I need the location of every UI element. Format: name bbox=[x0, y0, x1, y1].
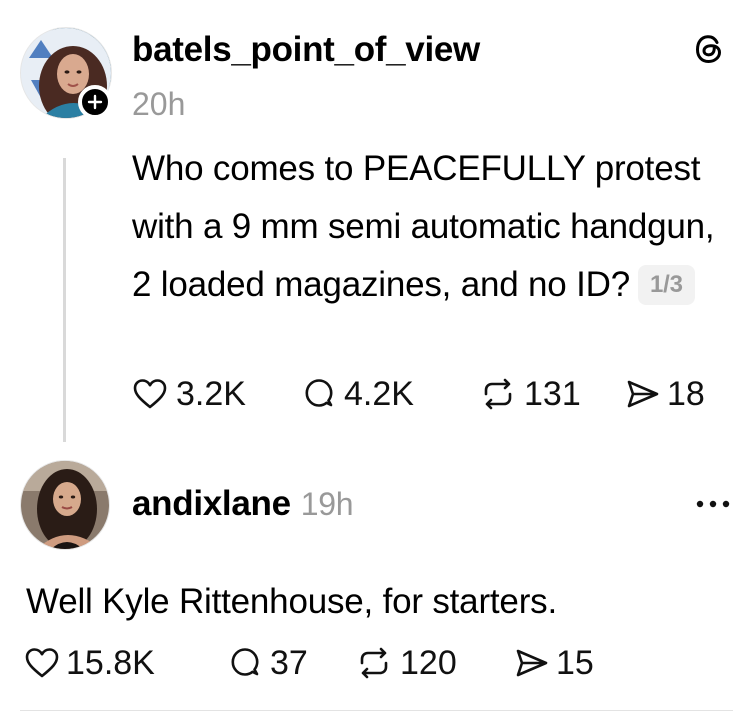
post-text: Who comes to PEACEFULLY protest with a 9… bbox=[132, 149, 715, 304]
divider bbox=[20, 710, 733, 711]
like-button[interactable]: 3.2K bbox=[132, 374, 302, 414]
repost-count: 120 bbox=[400, 644, 457, 682]
post-actions: 3.2K 4.2K 131 18 bbox=[132, 374, 705, 414]
send-icon bbox=[516, 649, 548, 677]
follow-plus-button[interactable] bbox=[78, 85, 112, 119]
reply-username[interactable]: andixlane bbox=[132, 484, 291, 523]
like-count: 15.8K bbox=[66, 644, 155, 682]
post-timestamp: 20h bbox=[132, 86, 186, 122]
comment-bubble-icon bbox=[305, 379, 333, 407]
reply-button[interactable]: 37 bbox=[228, 643, 356, 683]
share-button[interactable]: 18 bbox=[625, 374, 705, 414]
reply-avatar[interactable] bbox=[20, 460, 110, 550]
like-button[interactable]: 15.8K bbox=[24, 643, 228, 683]
reply-button[interactable]: 4.2K bbox=[302, 374, 480, 414]
post-username[interactable]: batels_point_of_view bbox=[132, 30, 480, 70]
like-count: 3.2K bbox=[176, 375, 246, 413]
reply-text: Well Kyle Rittenhouse, for starters. bbox=[26, 582, 557, 621]
reply-count: 37 bbox=[270, 644, 308, 682]
repost-button[interactable]: 120 bbox=[356, 643, 514, 683]
post-body: Who comes to PEACEFULLY protest with a 9… bbox=[132, 140, 722, 314]
repost-icon bbox=[484, 378, 512, 410]
repost-button[interactable]: 131 bbox=[480, 374, 625, 414]
reply-count: 4.2K bbox=[344, 375, 414, 413]
heart-icon bbox=[133, 379, 167, 409]
repost-icon bbox=[360, 647, 388, 679]
reply-header: andixlane 19h bbox=[132, 484, 354, 524]
repost-count: 131 bbox=[524, 375, 581, 413]
share-count: 18 bbox=[667, 375, 705, 413]
more-options-icon[interactable] bbox=[694, 498, 732, 510]
avatar-image bbox=[21, 461, 109, 549]
share-button[interactable]: 15 bbox=[514, 643, 594, 683]
thread-counter-badge: 1/3 bbox=[637, 265, 695, 305]
thread-connector-line bbox=[63, 158, 66, 442]
share-count: 15 bbox=[556, 644, 594, 682]
reply-actions: 15.8K 37 120 15 bbox=[24, 643, 594, 683]
reply-timestamp: 19h bbox=[300, 486, 354, 522]
threads-logo-icon[interactable] bbox=[690, 30, 728, 68]
heart-icon bbox=[25, 648, 59, 678]
comment-bubble-icon bbox=[231, 648, 259, 676]
send-icon bbox=[627, 380, 659, 408]
plus-icon bbox=[87, 94, 103, 110]
